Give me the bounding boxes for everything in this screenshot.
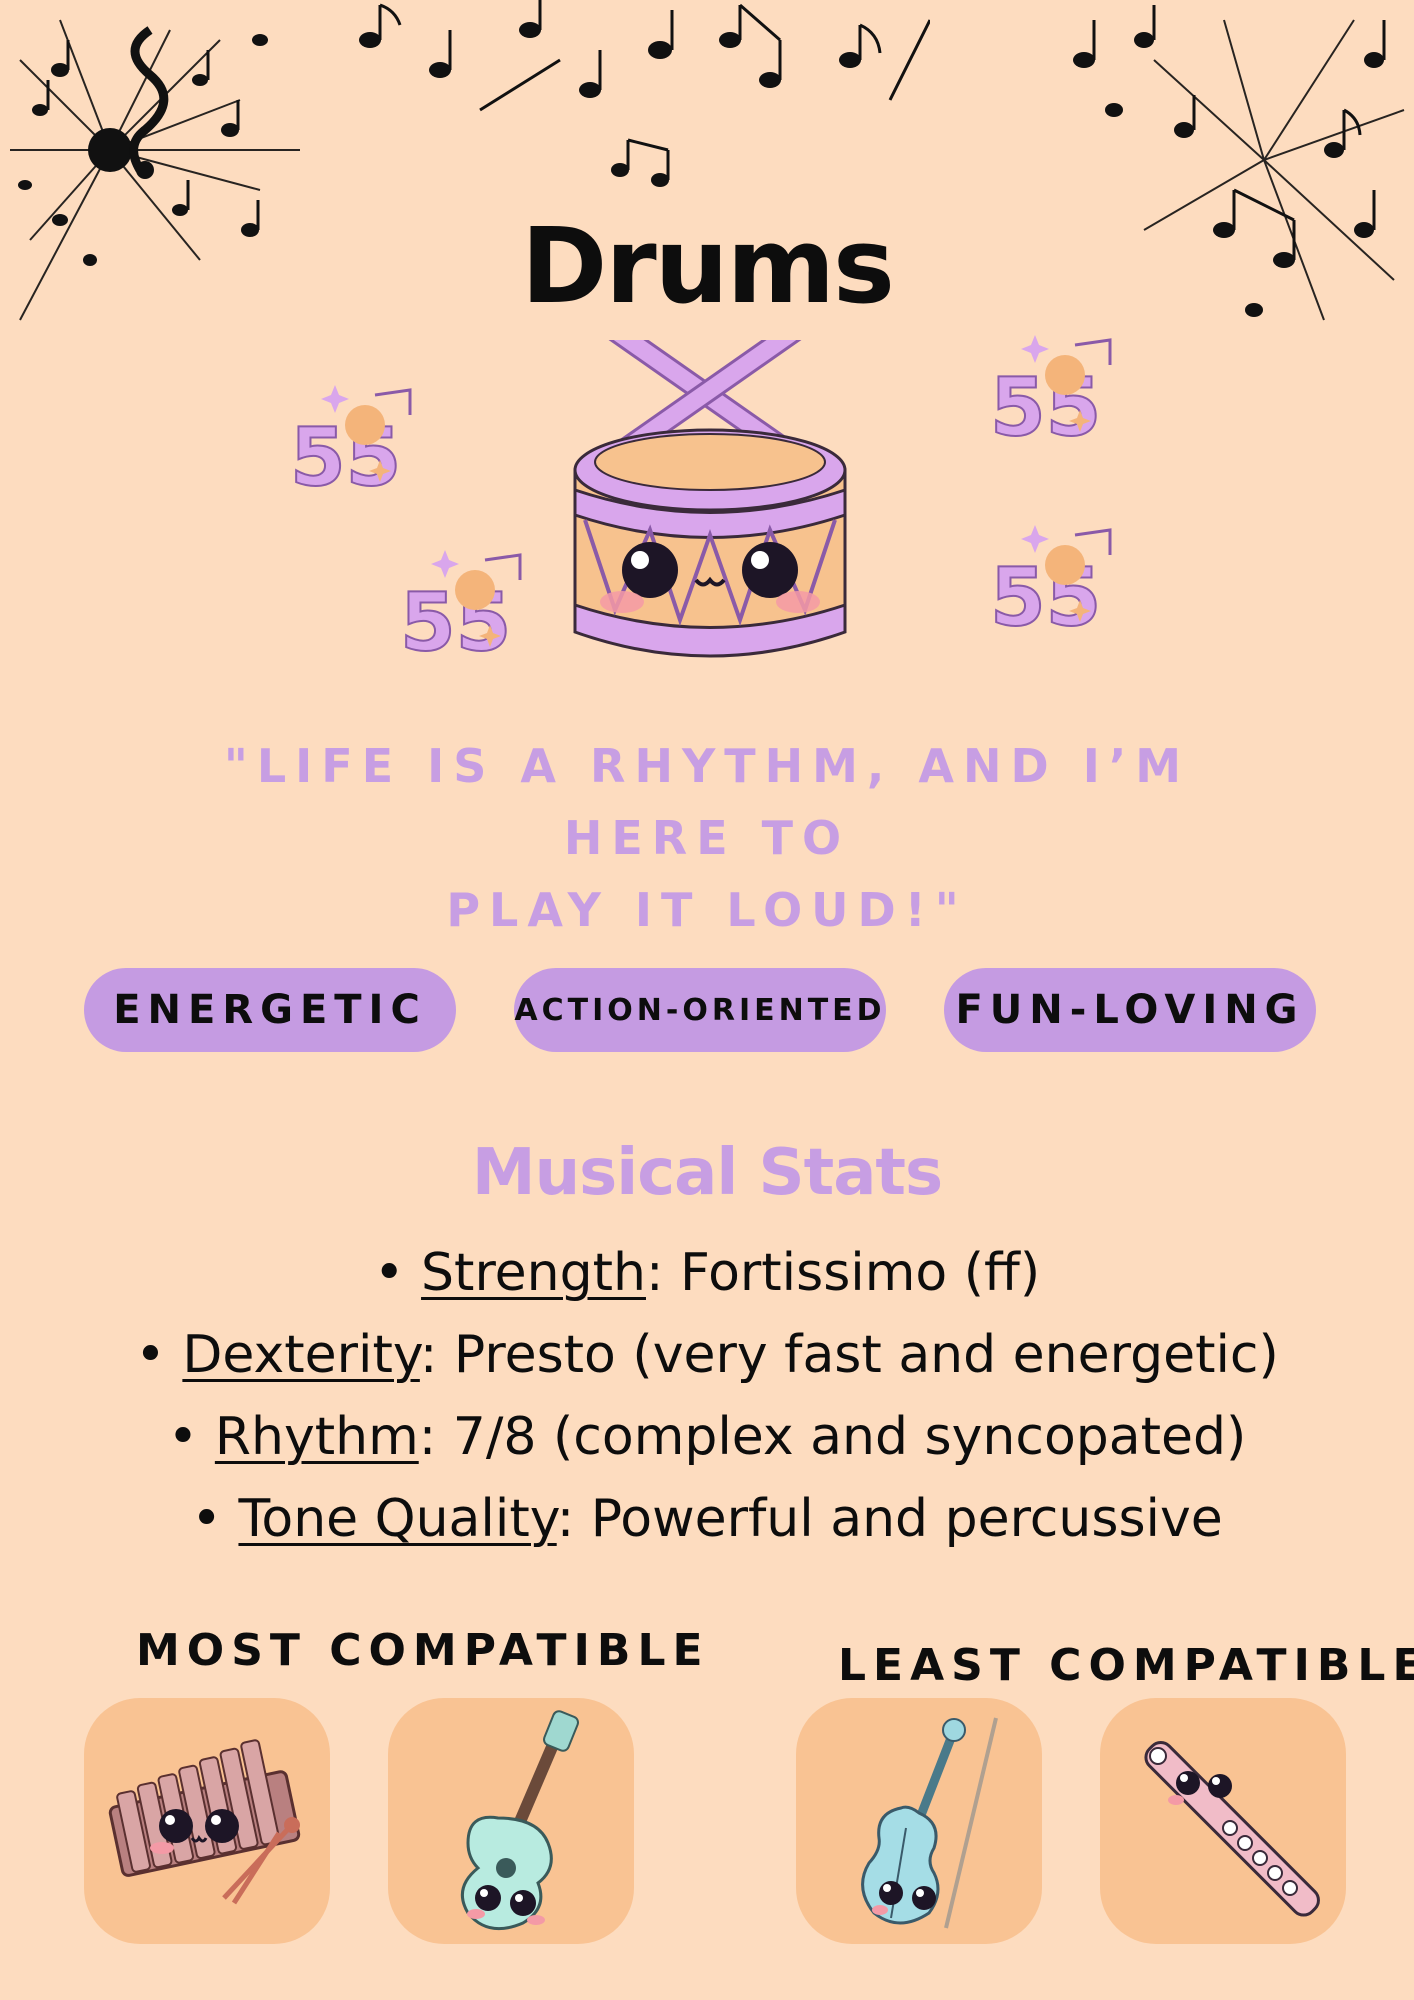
most-compatible-tile-xylophone <box>84 1698 330 1944</box>
sparkle-notes-icon: 55 <box>989 525 1112 635</box>
stat-value: : 7/8 (complex and syncopated) <box>418 1407 1247 1467</box>
musical-stats-heading: Musical Stats <box>471 1136 943 1210</box>
bullet: • <box>373 1243 405 1303</box>
trait-label: FUN-LOVING <box>955 987 1305 1033</box>
stat-value: : Presto (very fast and energetic) <box>419 1325 1279 1385</box>
musical-stats-list: • Strength: Fortissimo (ff) • Dexterity:… <box>0 1232 1414 1560</box>
trait-badge-action-oriented: ACTION-ORIENTED <box>514 968 886 1052</box>
stat-rhythm: • Rhythm: 7/8 (complex and syncopated) <box>0 1396 1414 1478</box>
stat-value: : Fortissimo (ff) <box>645 1243 1041 1303</box>
stat-key: Strength <box>421 1243 646 1303</box>
stat-value: : Powerful and percussive <box>556 1489 1223 1549</box>
trait-badge-energetic: ENERGETIC <box>84 968 456 1052</box>
guitar-icon <box>460 1710 579 1931</box>
flute-icon <box>1144 1741 1320 1917</box>
trait-badge-fun-loving: FUN-LOVING <box>944 968 1316 1052</box>
xylophone-icon <box>108 1739 301 1905</box>
bullet: • <box>191 1489 222 1549</box>
stat-dexterity: • Dexterity: Presto (very fast and energ… <box>0 1314 1414 1396</box>
quote-text: "LIFE IS A RHYTHM, AND I’M HERE TO PLAY … <box>150 730 1264 946</box>
page-title: Drums <box>521 205 895 327</box>
quote-line-1: "LIFE IS A RHYTHM, AND I’M HERE TO <box>223 739 1191 865</box>
drum-character-icon <box>573 340 847 658</box>
trait-label: ACTION-ORIENTED <box>514 992 886 1028</box>
most-compatible-tile-guitar <box>388 1698 634 1944</box>
quote-line-2: PLAY IT LOUD!" <box>446 883 968 937</box>
stat-key: Rhythm <box>214 1407 419 1467</box>
least-compatible-tile-violin <box>796 1698 1042 1944</box>
stat-strength: • Strength: Fortissimo (ff) <box>0 1232 1414 1314</box>
most-compatible-heading: MOST COMPATIBLE <box>136 1625 710 1676</box>
music-notes-art-top <box>359 0 930 187</box>
sparkle-notes-icon: 55 <box>399 550 522 660</box>
trait-label: ENERGETIC <box>113 987 427 1033</box>
stat-key: Dexterity <box>182 1325 420 1385</box>
stat-tone-quality: • Tone Quality: Powerful and percussive <box>0 1478 1414 1560</box>
sparkle-notes-icon: 55 <box>289 385 412 495</box>
bullet: • <box>135 1325 166 1385</box>
stat-key: Tone Quality <box>238 1489 557 1549</box>
violin-icon <box>861 1717 998 1929</box>
bullet: • <box>167 1407 199 1467</box>
least-compatible-tile-flute <box>1100 1698 1346 1944</box>
least-compatible-heading: LEAST COMPATIBLE <box>838 1640 1414 1691</box>
sparkle-notes-icon: 55 <box>989 335 1112 445</box>
